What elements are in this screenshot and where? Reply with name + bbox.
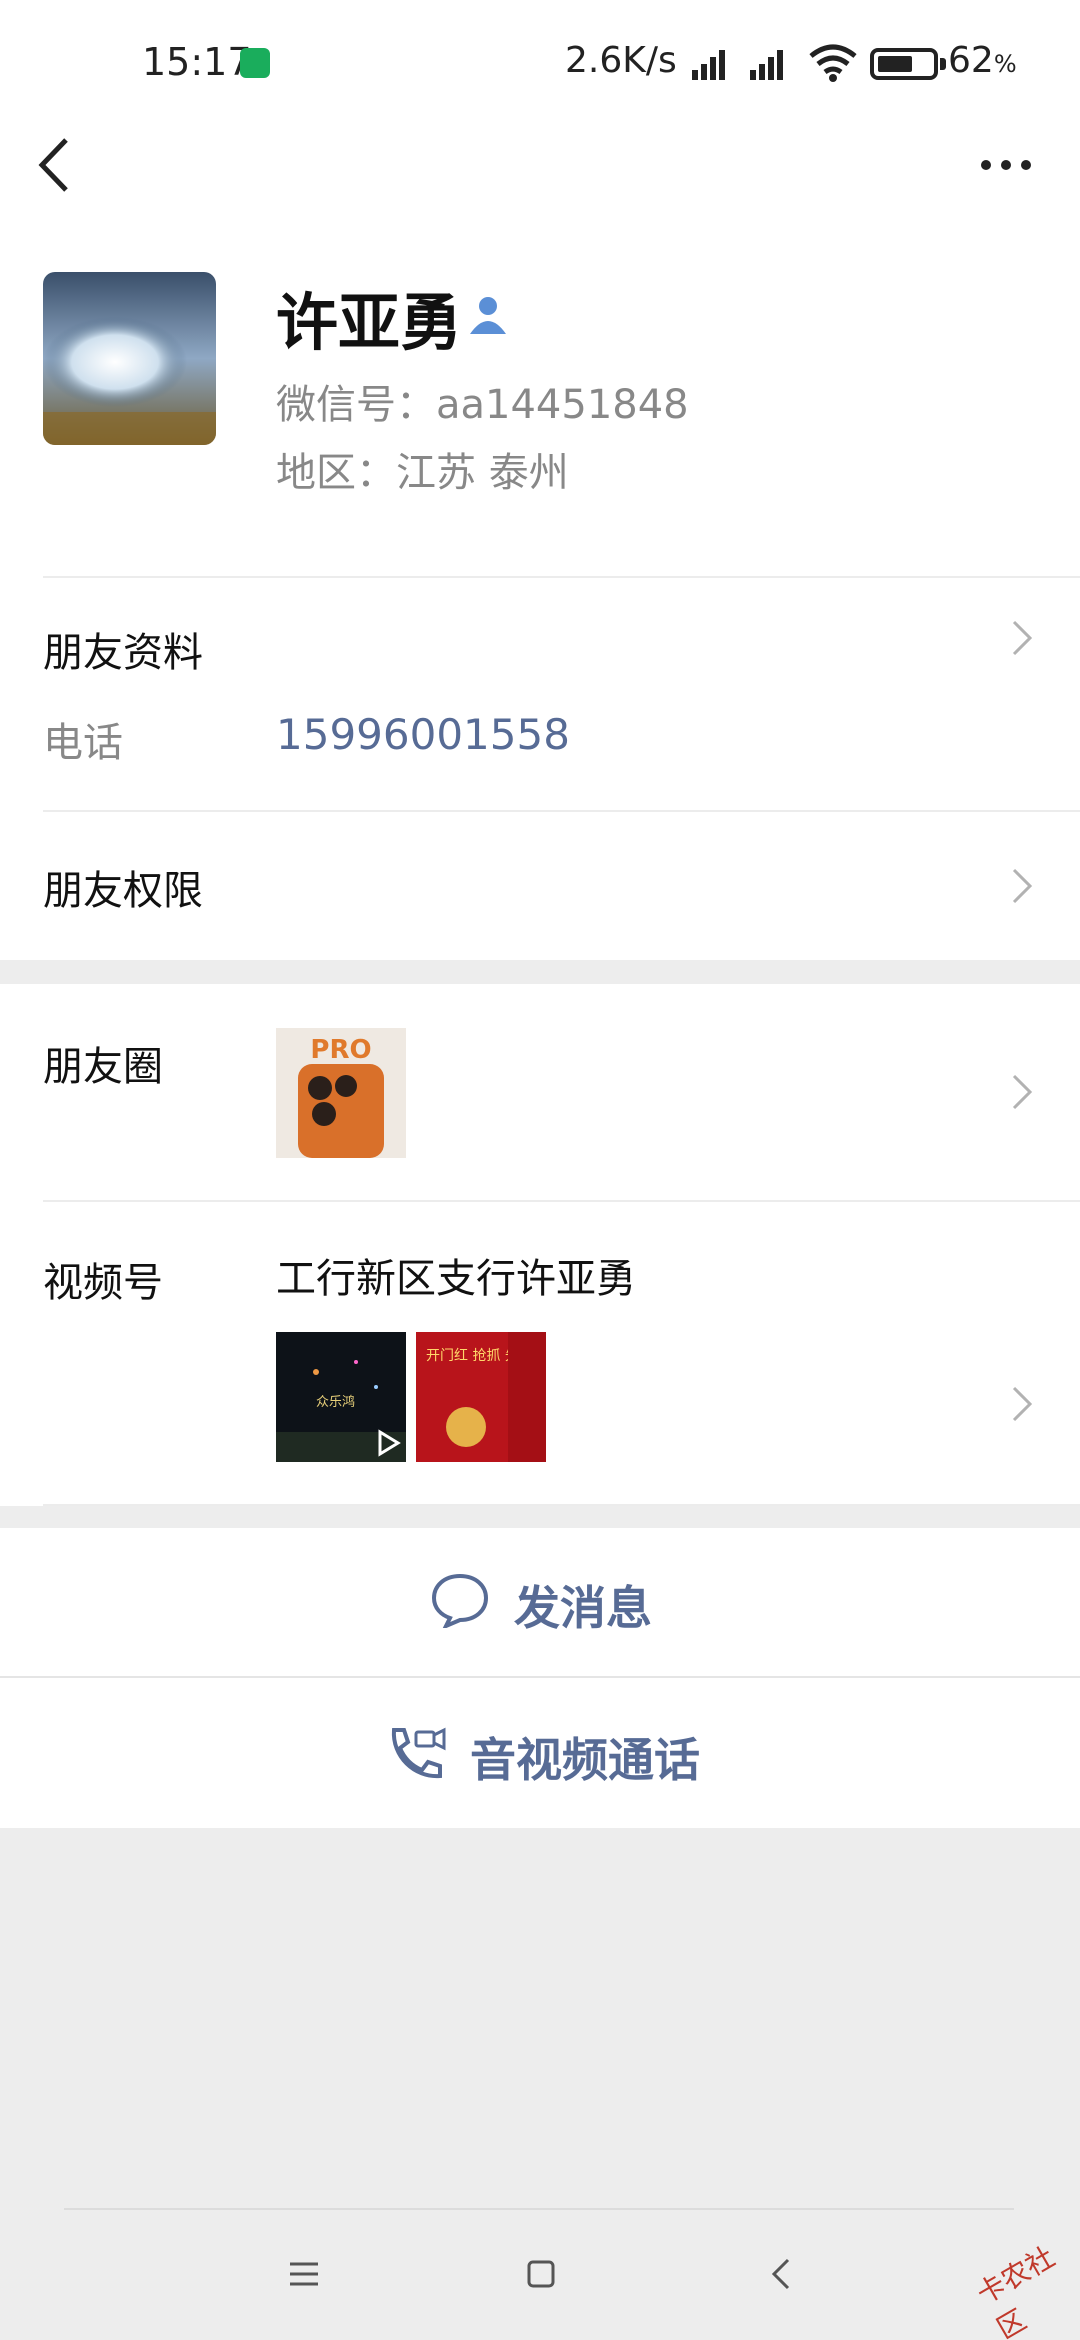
wechat-id: 微信号：aa14451848 <box>276 382 689 428</box>
moments-thumb-text: PRO <box>310 1035 371 1065</box>
wifi-icon <box>809 44 857 82</box>
signal-icon-2 <box>750 50 783 80</box>
phone-label: 电话 <box>43 720 123 766</box>
channels-title[interactable]: 视频号 <box>43 1250 163 1308</box>
channel-video-thumb-1[interactable]: 众乐鸿 <box>276 1332 406 1462</box>
net-speed: 2.6K/s <box>565 40 677 81</box>
contact-name: 许亚勇 <box>276 286 463 359</box>
channel-name[interactable]: 工行新区支行许亚勇 <box>276 1246 636 1304</box>
signal-icon <box>692 50 725 80</box>
chevron-right-icon <box>1012 620 1033 656</box>
video-call-button[interactable]: 音视频通话 <box>0 1678 1080 1828</box>
more-icon[interactable] <box>976 150 1036 180</box>
call-status-icon <box>240 48 270 78</box>
contact-person-icon <box>470 297 506 334</box>
chevron-right-icon <box>1012 1386 1033 1422</box>
divider <box>43 1504 1080 1506</box>
channel-video-image-2: 开门红 抢抓 先机 <box>426 1332 546 1462</box>
chevron-right-icon <box>1012 868 1033 904</box>
home-icon[interactable] <box>521 2254 561 2294</box>
moments-title[interactable]: 朋友圈 <box>43 1034 163 1092</box>
nav-back-icon[interactable] <box>762 2254 802 2294</box>
permissions-title[interactable]: 朋友权限 <box>43 858 203 916</box>
region: 地区：江苏 泰州 <box>276 450 569 496</box>
back-icon[interactable] <box>30 130 80 200</box>
battery-percent: 62% <box>948 40 1017 81</box>
avatar[interactable] <box>43 272 216 445</box>
battery-icon <box>870 48 938 80</box>
moments-thumbnail[interactable]: PRO <box>276 1028 406 1158</box>
chat-bubble-icon <box>431 1573 489 1628</box>
friend-info-title: 朋友资料 <box>43 630 203 676</box>
divider <box>43 1200 1080 1202</box>
channel-video-thumb-2[interactable]: 开门红 抢抓 先机 <box>416 1332 546 1462</box>
status-bar: 15:17 2.6K/s 62% <box>0 0 1080 120</box>
watermark: 卡农社区 <box>971 2240 1061 2340</box>
video-call-label: 音视频通话 <box>470 1733 700 1787</box>
menu-icon[interactable] <box>284 2254 324 2294</box>
divider <box>43 810 1080 812</box>
battery-tip <box>940 58 946 70</box>
phone-number-link[interactable]: 15996001558 <box>276 710 570 759</box>
channel-thumb1-text: 众乐鸿 <box>316 1394 355 1410</box>
status-time: 15:17 <box>142 40 252 84</box>
send-message-label: 发消息 <box>514 1581 652 1635</box>
chevron-right-icon <box>1012 1074 1033 1110</box>
phone-video-icon <box>391 1727 446 1779</box>
channel-video-image-1: 众乐鸿 <box>276 1360 406 1462</box>
phone-image: PRO <box>298 1035 384 1158</box>
nav-divider <box>64 2208 1014 2210</box>
send-message-button[interactable]: 发消息 <box>0 1528 1080 1676</box>
